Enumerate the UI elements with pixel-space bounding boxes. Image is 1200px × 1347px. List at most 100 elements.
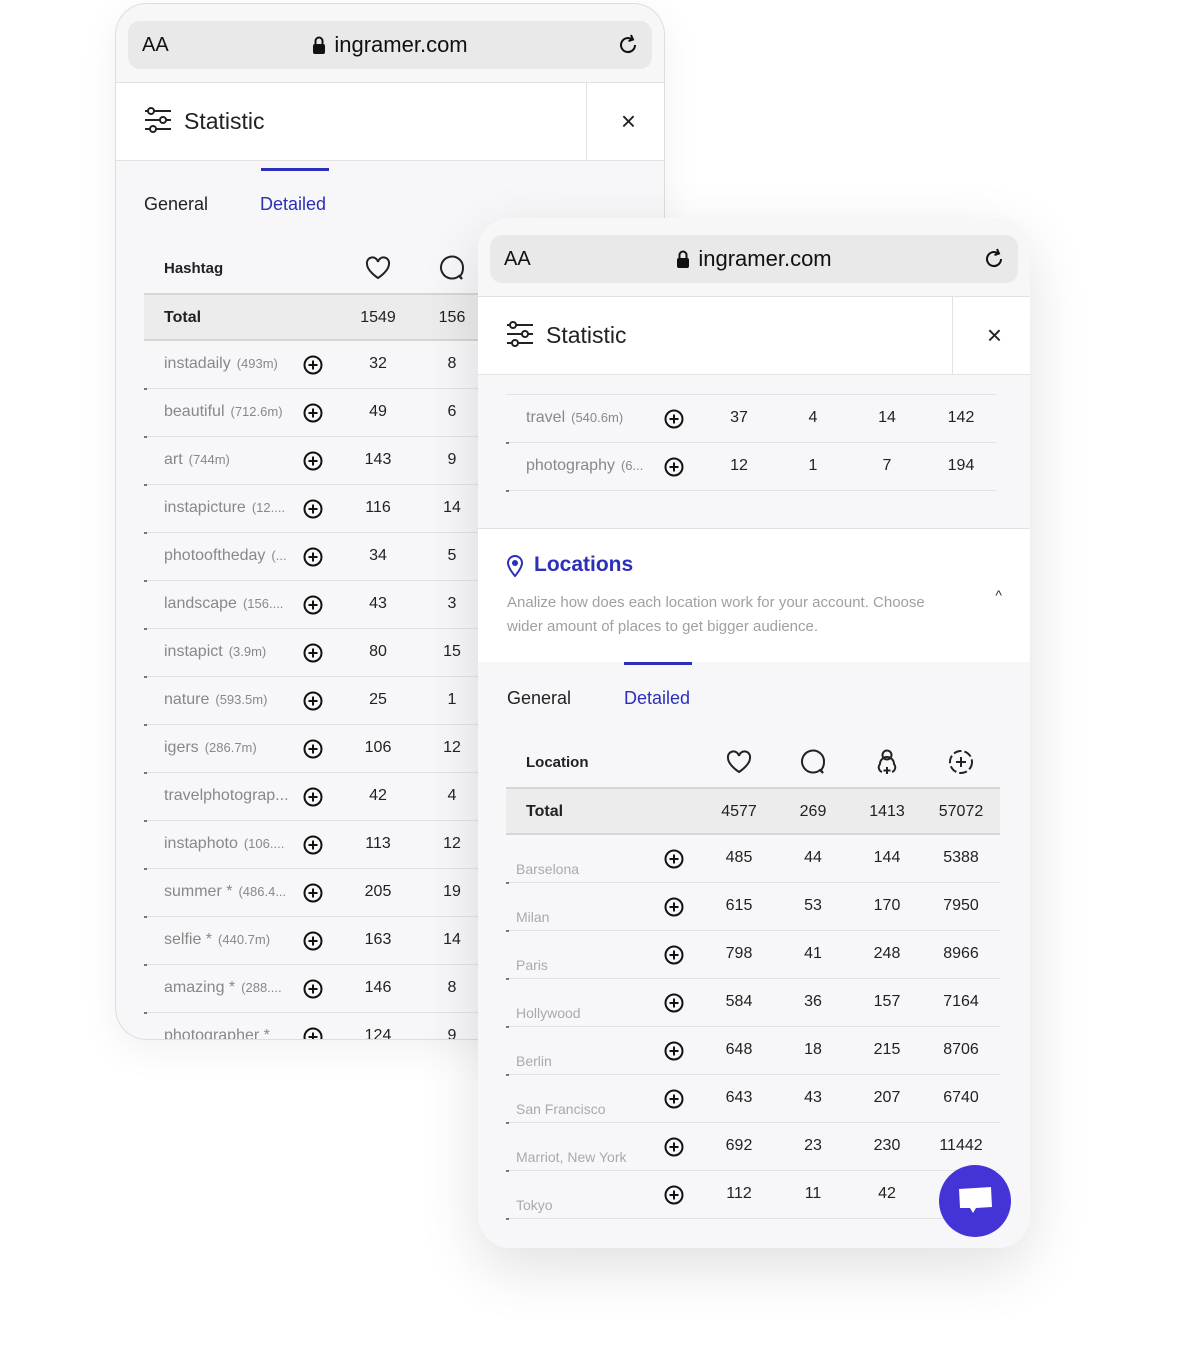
hashtag-label: igers [164, 739, 199, 756]
row-value: 36 [804, 993, 822, 1010]
add-icon[interactable] [303, 595, 323, 620]
row-value: 80 [369, 643, 387, 660]
row-value: 42 [878, 1185, 896, 1202]
row-value: 142 [947, 409, 975, 426]
row-value: 37 [730, 409, 748, 426]
add-icon[interactable] [664, 409, 684, 434]
add-icon[interactable] [303, 979, 323, 1004]
hashtag-name: travelphotograp... [164, 787, 289, 805]
row-value: 113 [365, 835, 391, 852]
hashtag-count: (12.... [251, 500, 286, 515]
collapse-chevron-icon[interactable]: ^ [995, 587, 1002, 603]
table-row: Barselona 485 44 144 5388 [506, 835, 1000, 884]
location-name: Berlin [516, 1053, 552, 1069]
row-value: 41 [804, 945, 822, 962]
row-value: 53 [804, 897, 822, 914]
row-value: 42 [369, 787, 387, 804]
address-bar[interactable]: AA ingramer.com [128, 21, 652, 69]
url-text: ingramer.com [698, 246, 832, 271]
row-value: 615 [725, 897, 753, 914]
add-icon[interactable] [303, 1027, 323, 1039]
add-icon[interactable] [664, 849, 684, 874]
panel-header: Statistic × [478, 297, 1030, 375]
hashtag-name: nature (593.5m) [164, 691, 267, 709]
row-value: 207 [873, 1089, 901, 1106]
add-icon[interactable] [664, 945, 684, 970]
statistic-panel-locations: travel (540.6m) 37 4 14 142 photography (6... 12… [478, 218, 1030, 1248]
add-icon[interactable] [664, 457, 684, 482]
hashtag-count: (288.... [241, 980, 282, 995]
add-icon[interactable] [303, 787, 323, 812]
chat-button[interactable] [939, 1165, 1011, 1237]
row-value: 11442 [939, 1137, 983, 1154]
hashtag-label: travel [526, 409, 566, 426]
add-icon[interactable] [303, 691, 323, 716]
add-icon[interactable] [303, 403, 323, 428]
hashtag-label: travelphotograp... [164, 787, 289, 804]
address-bar[interactable]: AA ingramer.com [490, 235, 1018, 283]
row-value: 4 [447, 787, 457, 804]
add-icon[interactable] [664, 1137, 684, 1162]
tab-general[interactable]: General [144, 194, 208, 215]
column-header-name: Location [526, 754, 589, 771]
comment-icon [437, 254, 467, 287]
row-value: 32 [369, 355, 387, 372]
row-value: 12 [730, 457, 748, 474]
row-value: 248 [873, 945, 901, 962]
location-table: Location Total 4577 269 1413 57072 Barselona 48… [506, 737, 1000, 1220]
tab-detailed[interactable]: Detailed [260, 194, 326, 215]
table-row: Berlin 648 18 215 8706 [506, 1027, 1000, 1076]
close-button[interactable]: × [621, 108, 636, 134]
add-icon[interactable] [303, 643, 323, 668]
add-icon[interactable] [303, 451, 323, 476]
row-value: 648 [725, 1041, 753, 1058]
total-label: Total [164, 309, 202, 326]
add-icon[interactable] [664, 1185, 684, 1210]
lock-icon [313, 36, 326, 54]
row-value: 9 [447, 1027, 457, 1040]
add-icon[interactable] [303, 835, 323, 860]
reload-icon[interactable] [982, 247, 1006, 271]
row-value: 3 [447, 595, 457, 612]
add-icon[interactable] [303, 739, 323, 764]
add-icon[interactable] [303, 355, 323, 380]
hashtag-count: (156.... [242, 596, 284, 611]
row-value: 205 [364, 883, 392, 900]
comment-icon [798, 748, 828, 781]
hashtag-count: (486.4... [238, 884, 287, 899]
row-value: 19 [443, 883, 461, 900]
row-value: 23 [804, 1137, 822, 1154]
panel-title: Statistic [546, 322, 627, 348]
hashtag-label: instadaily [164, 355, 231, 372]
add-icon[interactable] [303, 499, 323, 524]
total-value: 4577 [721, 803, 757, 820]
row-value: 11 [804, 1185, 822, 1202]
row-value: 116 [365, 499, 391, 516]
row-value: 7950 [943, 897, 979, 914]
url-text: ingramer.com [334, 32, 468, 57]
row-value: 49 [369, 403, 387, 420]
reload-icon[interactable] [616, 33, 640, 57]
row-value: 34 [369, 547, 387, 564]
row-value: 643 [725, 1089, 753, 1106]
add-icon[interactable] [664, 993, 684, 1018]
add-icon[interactable] [664, 897, 684, 922]
add-icon[interactable] [303, 883, 323, 908]
close-button[interactable]: × [987, 322, 1002, 348]
row-value: 14 [878, 409, 896, 426]
add-icon[interactable] [303, 931, 323, 956]
tab-detailed[interactable]: Detailed [624, 688, 690, 709]
panel-title: Statistic [184, 108, 265, 134]
total-value: 1413 [869, 803, 905, 820]
add-icon[interactable] [303, 547, 323, 572]
tab-general[interactable]: General [507, 688, 571, 709]
hashtag-name: instaphoto (106.... [164, 835, 284, 853]
hashtag-label: landscape [164, 595, 237, 612]
row-value: 5 [447, 547, 457, 564]
add-icon[interactable] [664, 1089, 684, 1114]
hashtag-label: nature [164, 691, 210, 708]
row-value: 4 [808, 409, 818, 426]
reach-icon [946, 748, 976, 781]
row-marker [506, 1218, 509, 1220]
add-icon[interactable] [664, 1041, 684, 1066]
